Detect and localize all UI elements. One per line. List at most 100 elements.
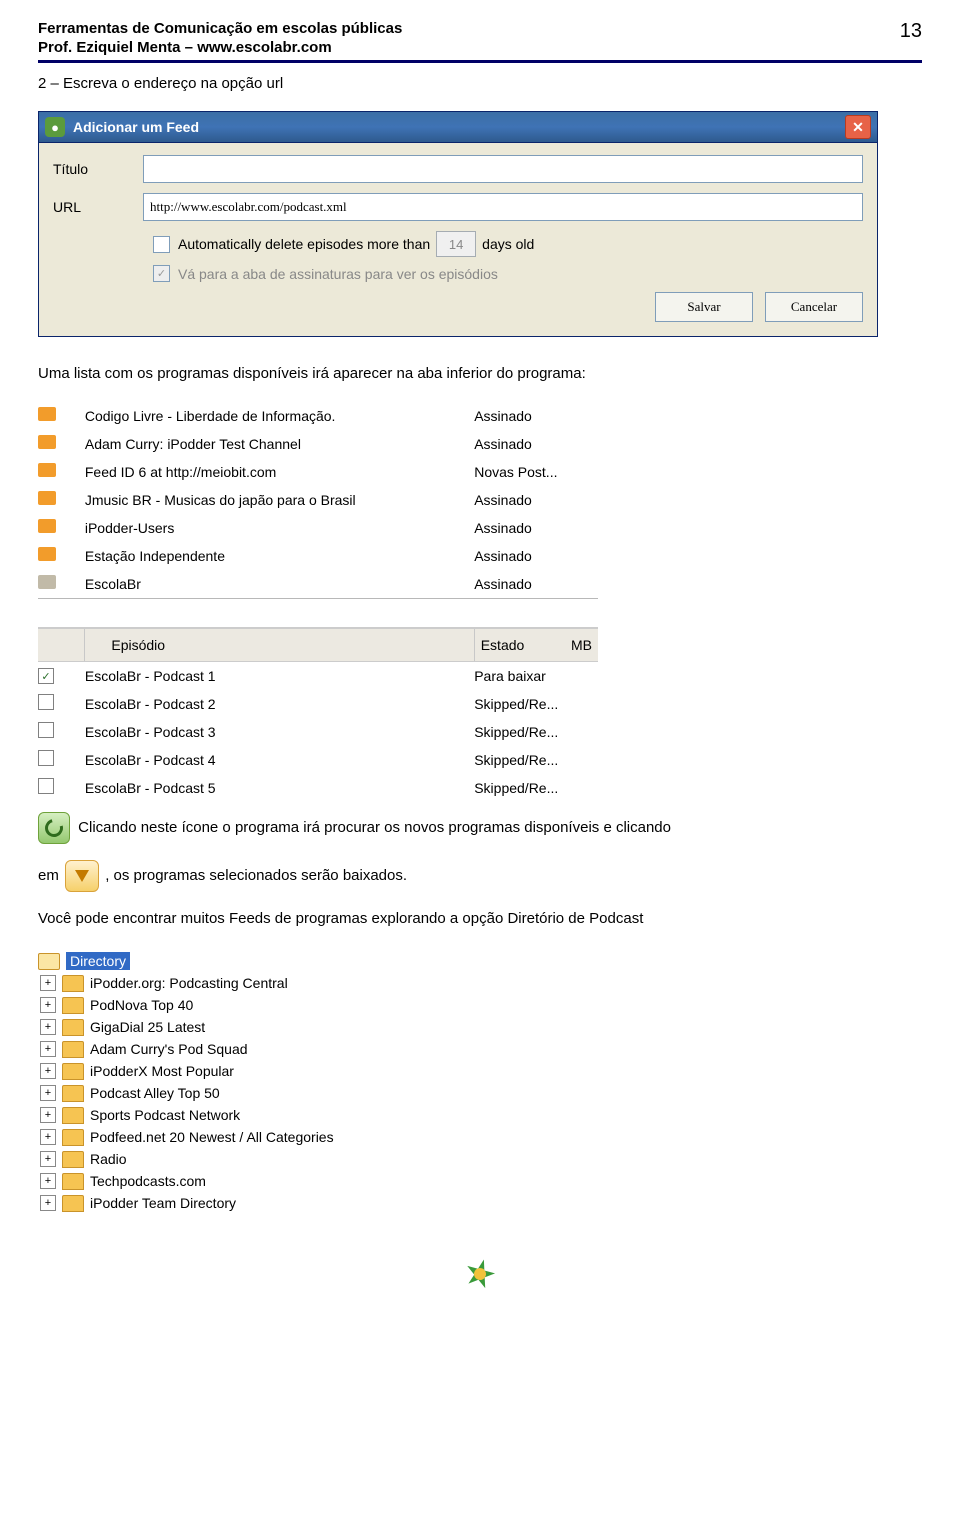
expand-icon[interactable]: + xyxy=(40,975,56,991)
expand-icon[interactable]: + xyxy=(40,1129,56,1145)
episode-row[interactable]: EscolaBr - Podcast 4Skipped/Re... xyxy=(38,746,598,774)
col-state: Estado xyxy=(481,637,525,653)
episode-name: EscolaBr - Podcast 5 xyxy=(85,774,474,802)
episode-row[interactable]: EscolaBr - Podcast 5Skipped/Re... xyxy=(38,774,598,802)
col-episode: Episódio xyxy=(111,637,165,653)
folder-icon xyxy=(62,1151,84,1168)
episode-checkbox[interactable] xyxy=(38,694,54,710)
download-icon[interactable] xyxy=(65,860,99,892)
episode-header-row: Episódio Estado MB xyxy=(38,628,598,662)
folder-icon xyxy=(62,1107,84,1124)
dialog-titlebar[interactable]: ● Adicionar um Feed ✕ xyxy=(39,112,877,143)
episode-state: Skipped/Re... xyxy=(474,718,598,746)
page-header: Ferramentas de Comunicação em escolas pú… xyxy=(38,20,922,63)
expand-icon[interactable]: + xyxy=(40,1195,56,1211)
download-text: em , os programas selecionados serão bai… xyxy=(38,860,922,892)
header-sub: Prof. Eziquiel Menta – www.escolabr.com xyxy=(38,39,402,58)
label-url: URL xyxy=(53,199,143,215)
episode-row[interactable]: EscolaBr - Podcast 1Para baixar xyxy=(38,661,598,690)
cancel-button[interactable]: Cancelar xyxy=(765,292,863,322)
directory-item[interactable]: +Adam Curry's Pod Squad xyxy=(38,1038,922,1060)
directory-label: iPodder.org: Podcasting Central xyxy=(90,975,288,991)
directory-item[interactable]: + iPodder.org: Podcasting Central xyxy=(38,972,922,994)
auto-delete-text-pre: Automatically delete episodes more than xyxy=(178,236,430,252)
directory-item[interactable]: + Sports Podcast Network xyxy=(38,1104,922,1126)
expand-icon[interactable]: + xyxy=(40,1173,56,1189)
rss-icon: ● xyxy=(45,117,65,137)
feed-table: Codigo Livre - Liberdade de Informação.A… xyxy=(38,402,598,802)
episode-checkbox[interactable] xyxy=(38,722,54,738)
feed-icon xyxy=(38,575,56,589)
auto-delete-text-post: days old xyxy=(482,236,534,252)
feed-icon xyxy=(38,435,56,449)
episode-checkbox[interactable] xyxy=(38,778,54,794)
days-input xyxy=(436,231,476,257)
feed-icon xyxy=(38,547,56,561)
episode-checkbox[interactable] xyxy=(38,750,54,766)
save-button[interactable]: Salvar xyxy=(655,292,753,322)
directory-label: iPodder Team Directory xyxy=(90,1195,236,1211)
directory-label: Sports Podcast Network xyxy=(90,1107,240,1123)
episode-checkbox[interactable] xyxy=(38,668,54,684)
expand-icon[interactable]: + xyxy=(40,1107,56,1123)
feed-name: Jmusic BR - Musicas do japão para o Bras… xyxy=(85,486,474,514)
feed-state: Assinado xyxy=(474,542,598,570)
expand-icon[interactable]: + xyxy=(40,1151,56,1167)
page-number: 13 xyxy=(900,20,922,58)
directory-item[interactable]: +PodNova Top 40 xyxy=(38,994,922,1016)
goto-subs-text: Vá para a aba de assinaturas para ver os… xyxy=(178,266,498,282)
directory-item[interactable]: +iPodderX Most Popular xyxy=(38,1060,922,1082)
folder-icon xyxy=(62,1041,84,1058)
expand-icon[interactable]: + xyxy=(40,1041,56,1057)
feed-row[interactable]: Codigo Livre - Liberdade de Informação.A… xyxy=(38,402,598,430)
expand-icon[interactable]: + xyxy=(40,1063,56,1079)
auto-delete-checkbox[interactable] xyxy=(153,236,170,253)
directory-item[interactable]: + Techpodcasts.com xyxy=(38,1170,922,1192)
feed-row[interactable]: Feed ID 6 at http://meiobit.comNovas Pos… xyxy=(38,458,598,486)
feed-state: Assinado xyxy=(474,514,598,542)
episode-row[interactable]: EscolaBr - Podcast 2Skipped/Re... xyxy=(38,690,598,718)
close-icon[interactable]: ✕ xyxy=(845,115,871,139)
folder-icon xyxy=(62,1195,84,1212)
expand-icon[interactable]: + xyxy=(40,1019,56,1035)
feed-row[interactable]: Jmusic BR - Musicas do japão para o Bras… xyxy=(38,486,598,514)
label-titulo: Título xyxy=(53,161,143,177)
episode-row[interactable]: EscolaBr - Podcast 3Skipped/Re... xyxy=(38,718,598,746)
directory-label: Podcast Alley Top 50 xyxy=(90,1085,220,1101)
feed-name: Adam Curry: iPodder Test Channel xyxy=(85,430,474,458)
directory-root-label: Directory xyxy=(66,952,130,970)
feeds-dir-text: Você pode encontrar muitos Feeds de prog… xyxy=(38,908,922,931)
add-feed-dialog: ● Adicionar um Feed ✕ Título URL Automat… xyxy=(38,111,878,337)
feed-state: Assinado xyxy=(474,402,598,430)
feed-icon xyxy=(38,519,56,533)
feed-state: Assinado xyxy=(474,570,598,599)
feed-row[interactable]: EscolaBrAssinado xyxy=(38,570,598,599)
scan-icon[interactable] xyxy=(38,812,70,844)
footer-logo xyxy=(458,1254,502,1294)
feed-state: Assinado xyxy=(474,486,598,514)
goto-subs-checkbox: ✓ xyxy=(153,265,170,282)
episode-state: Skipped/Re... xyxy=(474,746,598,774)
episode-name: EscolaBr - Podcast 2 xyxy=(85,690,474,718)
directory-item[interactable]: +Podfeed.net 20 Newest / All Categories xyxy=(38,1126,922,1148)
expand-icon[interactable]: + xyxy=(40,1085,56,1101)
title-input[interactable] xyxy=(143,155,863,183)
directory-item[interactable]: + Podcast Alley Top 50 xyxy=(38,1082,922,1104)
feed-icon xyxy=(38,407,56,421)
col-mb: MB xyxy=(571,637,592,653)
feed-state: Assinado xyxy=(474,430,598,458)
directory-item[interactable]: +Radio xyxy=(38,1148,922,1170)
feed-row[interactable]: Adam Curry: iPodder Test ChannelAssinado xyxy=(38,430,598,458)
header-title: Ferramentas de Comunicação em escolas pú… xyxy=(38,20,402,39)
folder-icon xyxy=(62,1173,84,1190)
directory-root[interactable]: Directory xyxy=(38,950,922,972)
directory-label: Techpodcasts.com xyxy=(90,1173,206,1189)
feed-row[interactable]: Estação IndependenteAssinado xyxy=(38,542,598,570)
scan-text: Clicando neste ícone o programa irá proc… xyxy=(38,812,922,844)
directory-item[interactable]: +GigaDial 25 Latest xyxy=(38,1016,922,1038)
directory-item[interactable]: + iPodder Team Directory xyxy=(38,1192,922,1214)
url-input[interactable] xyxy=(143,193,863,221)
feed-row[interactable]: iPodder-UsersAssinado xyxy=(38,514,598,542)
expand-icon[interactable]: + xyxy=(40,997,56,1013)
folder-icon xyxy=(62,997,84,1014)
